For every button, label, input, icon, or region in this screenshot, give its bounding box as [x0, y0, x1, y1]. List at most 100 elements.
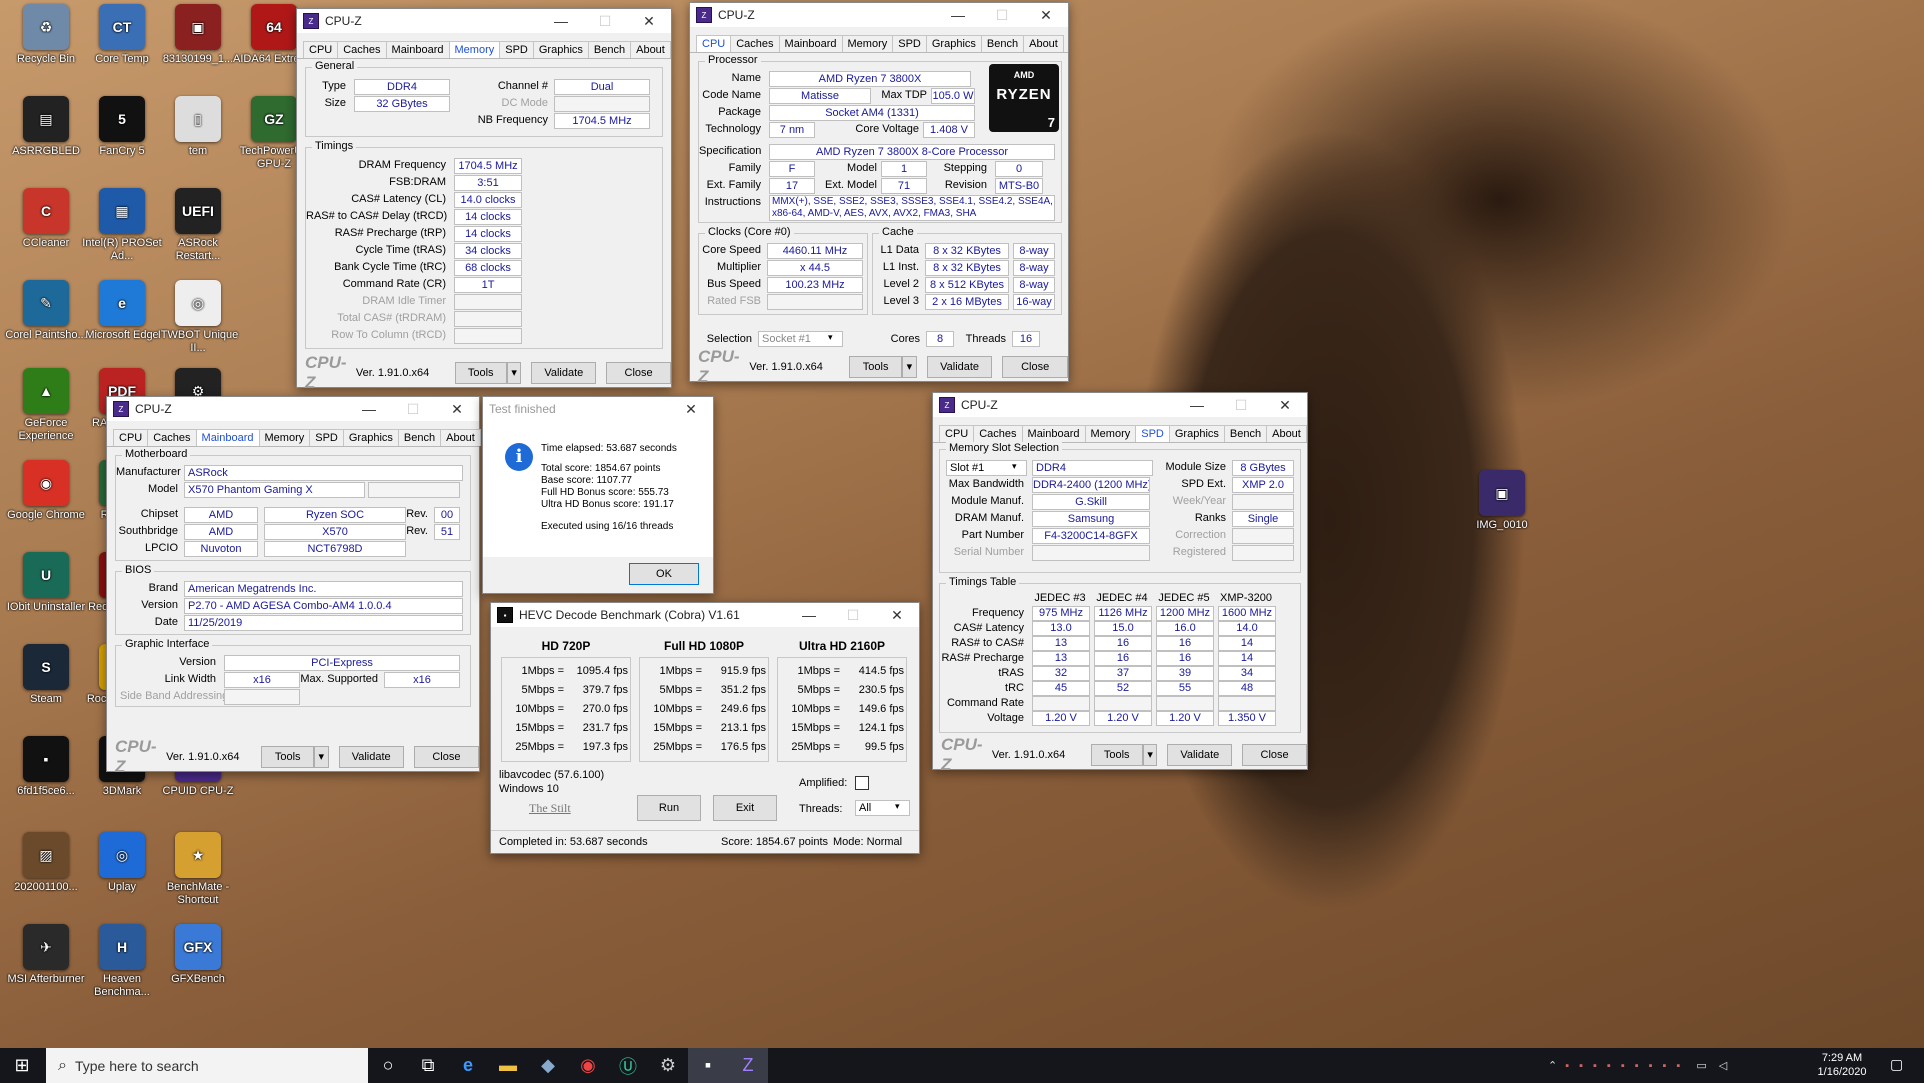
- volume-icon[interactable]: ◁: [1719, 1059, 1727, 1072]
- amplified-checkbox[interactable]: [855, 776, 869, 790]
- cortana-icon[interactable]: ○: [368, 1048, 408, 1083]
- desktop-shortcut[interactable]: ▨ 202001100...: [4, 832, 88, 894]
- tab-graphics[interactable]: Graphics: [925, 35, 982, 52]
- tab-cpu[interactable]: CPU: [939, 425, 975, 442]
- tools-button[interactable]: Tools: [1090, 744, 1143, 766]
- ok-button[interactable]: OK: [629, 563, 699, 585]
- desktop-shortcut[interactable]: ▤ ASRRGBLED: [4, 96, 88, 158]
- tab-about[interactable]: About: [1266, 425, 1307, 442]
- close-button[interactable]: Close: [606, 362, 671, 384]
- hwinfo-taskbar-icon[interactable]: ⚙: [648, 1048, 688, 1083]
- tab-about[interactable]: About: [440, 429, 481, 446]
- desktop-shortcut[interactable]: ♻ Recycle Bin: [4, 4, 88, 66]
- iobit-taskbar-icon[interactable]: Ⓤ: [608, 1048, 648, 1083]
- exit-button[interactable]: Exit: [713, 795, 777, 821]
- validate-button[interactable]: Validate: [926, 356, 993, 378]
- desktop-shortcut[interactable]: ▣ IMG_0010: [1460, 470, 1544, 532]
- close-button[interactable]: Close: [413, 746, 479, 768]
- chrome-taskbar-icon[interactable]: ◉: [568, 1048, 608, 1083]
- tab-graphics[interactable]: Graphics: [342, 429, 399, 446]
- maximize-icon[interactable]: ☐: [831, 607, 875, 624]
- validate-button[interactable]: Validate: [1167, 744, 1233, 766]
- tab-cpu[interactable]: CPU: [696, 35, 732, 52]
- edge-taskbar-icon[interactable]: e: [448, 1048, 488, 1083]
- title-bar[interactable]: Z CPU-Z — ☐ ✕: [297, 9, 671, 33]
- title-bar[interactable]: ▪ HEVC Decode Benchmark (Cobra) V1.61 — …: [491, 603, 919, 627]
- desktop-shortcut[interactable]: ▲ GeForce Experience: [4, 368, 88, 443]
- start-windows-icon[interactable]: ⊞: [2, 1048, 42, 1083]
- selection-chevron-down-icon[interactable]: ▾: [828, 332, 833, 343]
- tab-spd[interactable]: SPD: [309, 429, 344, 446]
- tab-bench[interactable]: Bench: [980, 35, 1025, 52]
- desktop-shortcut[interactable]: GFX GFXBench: [156, 924, 240, 986]
- desktop-shortcut[interactable]: ◎ ITWBOT Unique II...: [156, 280, 240, 355]
- tab-caches[interactable]: Caches: [973, 425, 1023, 442]
- title-bar[interactable]: Z CPU-Z — ☐ ✕: [690, 3, 1068, 27]
- clock[interactable]: 7:29 AM 1/16/2020: [1810, 1051, 1874, 1079]
- threads-dropdown[interactable]: All: [855, 800, 910, 816]
- minimize-icon[interactable]: —: [1175, 397, 1219, 413]
- minimize-icon[interactable]: —: [347, 401, 391, 417]
- tools-dropdown-icon[interactable]: ▾: [902, 356, 917, 378]
- desktop-shortcut[interactable]: ▣ 83130199_1...: [156, 4, 240, 66]
- tab-mainboard[interactable]: Mainboard: [385, 41, 450, 58]
- desktop-shortcut[interactable]: 5 FanCry 5: [80, 96, 164, 158]
- desktop-shortcut[interactable]: ◎ Uplay: [80, 832, 164, 894]
- tab-bench[interactable]: Bench: [1223, 425, 1268, 442]
- close-icon[interactable]: ✕: [1024, 7, 1068, 24]
- tab-bench[interactable]: Bench: [587, 41, 632, 58]
- tab-caches[interactable]: Caches: [147, 429, 197, 446]
- tab-spd[interactable]: SPD: [892, 35, 927, 52]
- close-icon[interactable]: ✕: [627, 13, 671, 30]
- hevc-taskbar-icon[interactable]: ▪: [688, 1048, 728, 1083]
- desktop-shortcut[interactable]: e Microsoft Edge: [80, 280, 164, 342]
- tab-memory[interactable]: Memory: [448, 41, 501, 58]
- desktop-shortcut[interactable]: C CCleaner: [4, 188, 88, 250]
- desktop-shortcut[interactable]: H Heaven Benchma...: [80, 924, 164, 999]
- tools-button[interactable]: Tools: [261, 746, 314, 768]
- tab-about[interactable]: About: [1023, 35, 1064, 52]
- desktop-shortcut[interactable]: S Steam: [4, 644, 88, 706]
- tab-about[interactable]: About: [630, 41, 671, 58]
- desktop-shortcut[interactable]: ★ BenchMate - Shortcut: [156, 832, 240, 907]
- tab-mainboard[interactable]: Mainboard: [195, 429, 260, 446]
- maximize-icon[interactable]: ☐: [1219, 397, 1263, 414]
- search-box[interactable]: ⌕ Type here to search: [46, 1048, 368, 1083]
- desktop-shortcut[interactable]: ◉ Google Chrome: [4, 460, 88, 522]
- desktop-shortcut[interactable]: ▪ 6fd1f5ce6...: [4, 736, 88, 798]
- tray-app-icons[interactable]: ▪▪▪▪▪▪▪▪▪: [1565, 1060, 1690, 1072]
- tab-bench[interactable]: Bench: [397, 429, 442, 446]
- desktop-shortcut[interactable]: ▦ Intel(R) PROSet Ad...: [80, 188, 164, 263]
- threads-chevron-down-icon[interactable]: ▾: [895, 801, 900, 812]
- desktop-shortcut[interactable]: U IObit Uninstaller: [4, 552, 88, 614]
- notifications-icon[interactable]: ▢: [1890, 1056, 1903, 1073]
- cpuz-taskbar-icon[interactable]: Z: [728, 1048, 768, 1083]
- tab-memory[interactable]: Memory: [258, 429, 311, 446]
- tab-cpu[interactable]: CPU: [113, 429, 149, 446]
- tray-chevron-up-icon[interactable]: ⌃: [1548, 1059, 1557, 1072]
- tools-button[interactable]: Tools: [849, 356, 903, 378]
- close-icon[interactable]: ✕: [1263, 397, 1307, 414]
- task-view-icon[interactable]: ⧉: [408, 1048, 448, 1083]
- tab-graphics[interactable]: Graphics: [532, 41, 589, 58]
- tab-spd[interactable]: SPD: [499, 41, 534, 58]
- close-icon[interactable]: ✕: [669, 401, 713, 418]
- title-bar[interactable]: Z CPU-Z — ☐ ✕: [933, 393, 1307, 417]
- tools-dropdown-icon[interactable]: ▾: [506, 362, 522, 384]
- maximize-icon[interactable]: ☐: [583, 13, 627, 30]
- close-icon[interactable]: ✕: [875, 607, 919, 624]
- tools-dropdown-icon[interactable]: ▾: [313, 746, 329, 768]
- network-icon[interactable]: ▭: [1696, 1059, 1706, 1072]
- validate-button[interactable]: Validate: [531, 362, 597, 384]
- run-button[interactable]: Run: [637, 795, 701, 821]
- close-button[interactable]: Close: [1002, 356, 1068, 378]
- minimize-icon[interactable]: —: [787, 607, 831, 623]
- minimize-icon[interactable]: —: [936, 7, 980, 23]
- tab-memory[interactable]: Memory: [1084, 425, 1137, 442]
- desktop-shortcut[interactable]: ✈ MSI Afterburner: [4, 924, 88, 986]
- slot-chevron-down-icon[interactable]: ▾: [1012, 461, 1017, 472]
- desktop-shortcut[interactable]: UEFI ASRock Restart...: [156, 188, 240, 263]
- desktop-shortcut[interactable]: CT Core Temp: [80, 4, 164, 66]
- tab-caches[interactable]: Caches: [337, 41, 387, 58]
- maximize-icon[interactable]: ☐: [391, 401, 435, 418]
